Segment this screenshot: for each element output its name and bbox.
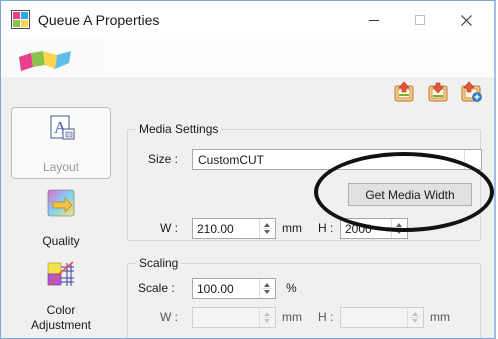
category-sidebar: A Layout Quality Color Adjustment bbox=[11, 105, 111, 338]
get-media-width-button[interactable]: Get Media Width bbox=[348, 183, 472, 206]
size-dropdown-value: CustomCUT bbox=[198, 153, 265, 167]
media-width-value: 210.00 bbox=[197, 222, 234, 236]
media-height-value: 2000 bbox=[345, 222, 372, 236]
scaling-height-label: H : bbox=[318, 310, 334, 324]
stepper-arrows-icon[interactable] bbox=[259, 308, 275, 327]
stepper-arrows-icon[interactable] bbox=[407, 308, 423, 327]
import-settings-icon[interactable] bbox=[393, 81, 415, 103]
title-bar: Queue A Properties bbox=[1, 1, 494, 39]
color-adjustment-icon bbox=[47, 261, 74, 286]
sidebar-item-quality[interactable]: Quality bbox=[11, 187, 111, 253]
stepper-arrows-icon[interactable] bbox=[259, 219, 275, 238]
brand-logo bbox=[19, 51, 71, 71]
export-settings-icon[interactable] bbox=[427, 81, 449, 103]
media-height-stepper[interactable]: 2000 bbox=[340, 218, 408, 239]
close-button[interactable] bbox=[443, 1, 489, 39]
properties-window: Queue A Properties A Layout Quality Colo… bbox=[0, 0, 496, 339]
minimize-icon bbox=[369, 20, 379, 21]
scaling-legend: Scaling bbox=[136, 256, 182, 270]
scale-stepper[interactable]: 100.00 bbox=[192, 278, 276, 299]
size-label: Size : bbox=[148, 152, 179, 166]
scaling-width-unit: mm bbox=[282, 310, 302, 324]
maximize-button[interactable] bbox=[397, 1, 443, 39]
scaling-width-stepper[interactable] bbox=[192, 307, 276, 328]
header-banner bbox=[1, 39, 494, 77]
scaling-height-stepper[interactable] bbox=[340, 307, 424, 328]
sidebar-item-label-line2: Adjustment bbox=[30, 318, 92, 332]
close-icon bbox=[460, 14, 472, 26]
sidebar-item-label: Quality bbox=[42, 234, 80, 248]
window-title: Queue A Properties bbox=[38, 12, 160, 28]
maximize-icon bbox=[415, 15, 425, 25]
add-settings-icon[interactable] bbox=[460, 81, 482, 103]
sidebar-item-label: Layout bbox=[42, 160, 80, 174]
app-icon bbox=[11, 10, 30, 29]
sidebar-item-label-line1: Color bbox=[46, 303, 76, 317]
size-dropdown[interactable]: CustomCUT bbox=[192, 149, 482, 170]
scaling-group: Scaling Scale : 100.00 % W : mm H : mm bbox=[127, 256, 481, 338]
sidebar-item-layout[interactable]: A Layout bbox=[11, 107, 111, 179]
scaling-height-unit: mm bbox=[430, 310, 450, 324]
minimize-button[interactable] bbox=[351, 1, 397, 39]
chevron-down-icon bbox=[464, 150, 481, 169]
stepper-arrows-icon[interactable] bbox=[391, 219, 407, 238]
layout-icon: A bbox=[50, 115, 75, 140]
scaling-width-label: W : bbox=[160, 310, 178, 324]
scale-value: 100.00 bbox=[197, 282, 234, 296]
media-settings-group: Media Settings Size : CustomCUT Get Medi… bbox=[127, 122, 482, 241]
scale-unit: % bbox=[286, 281, 297, 295]
media-width-stepper[interactable]: 210.00 bbox=[192, 218, 276, 239]
media-settings-legend: Media Settings bbox=[136, 122, 222, 136]
media-width-unit: mm bbox=[282, 221, 302, 235]
media-width-label: W : bbox=[160, 221, 178, 235]
layout-panel: Media Settings Size : CustomCUT Get Medi… bbox=[117, 105, 494, 338]
media-height-label: H : bbox=[318, 221, 334, 235]
quality-icon bbox=[47, 189, 75, 217]
sidebar-item-label: Color Adjustment bbox=[11, 303, 111, 333]
stepper-arrows-icon[interactable] bbox=[259, 279, 275, 298]
sidebar-item-color-adjustment[interactable]: Color Adjustment bbox=[11, 257, 111, 338]
scale-label: Scale : bbox=[138, 281, 175, 295]
